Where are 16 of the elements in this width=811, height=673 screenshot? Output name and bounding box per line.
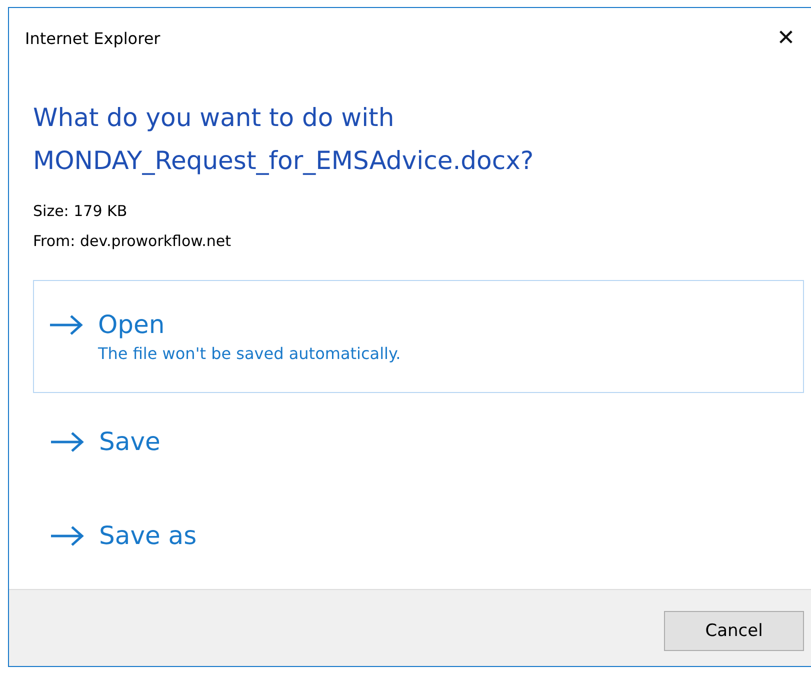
window-title: Internet Explorer xyxy=(25,28,160,48)
arrow-icon xyxy=(49,525,85,547)
option-label: Save xyxy=(99,426,160,458)
arrow-icon xyxy=(49,431,85,453)
arrow-icon xyxy=(48,314,84,336)
option-label: Open xyxy=(98,309,166,341)
action-option[interactable]: Open The file won't be saved automatically. xyxy=(33,280,804,393)
cancel-button[interactable]: Cancel xyxy=(664,611,804,651)
close-button[interactable]: ✕ xyxy=(759,18,811,58)
file-detail: Size: 179 KB xyxy=(33,201,128,222)
file-detail: From: dev.proworkflow.net xyxy=(33,231,232,252)
action-option[interactable]: Save as xyxy=(33,495,804,577)
dialog-question: What do you want to do with MONDAY_Request_for_EMSAdvice.docx? xyxy=(33,102,535,177)
action-option[interactable]: Save xyxy=(33,401,804,483)
option-note: The file won't be saved automatically. xyxy=(98,343,401,365)
option-label: Save as xyxy=(99,520,197,552)
